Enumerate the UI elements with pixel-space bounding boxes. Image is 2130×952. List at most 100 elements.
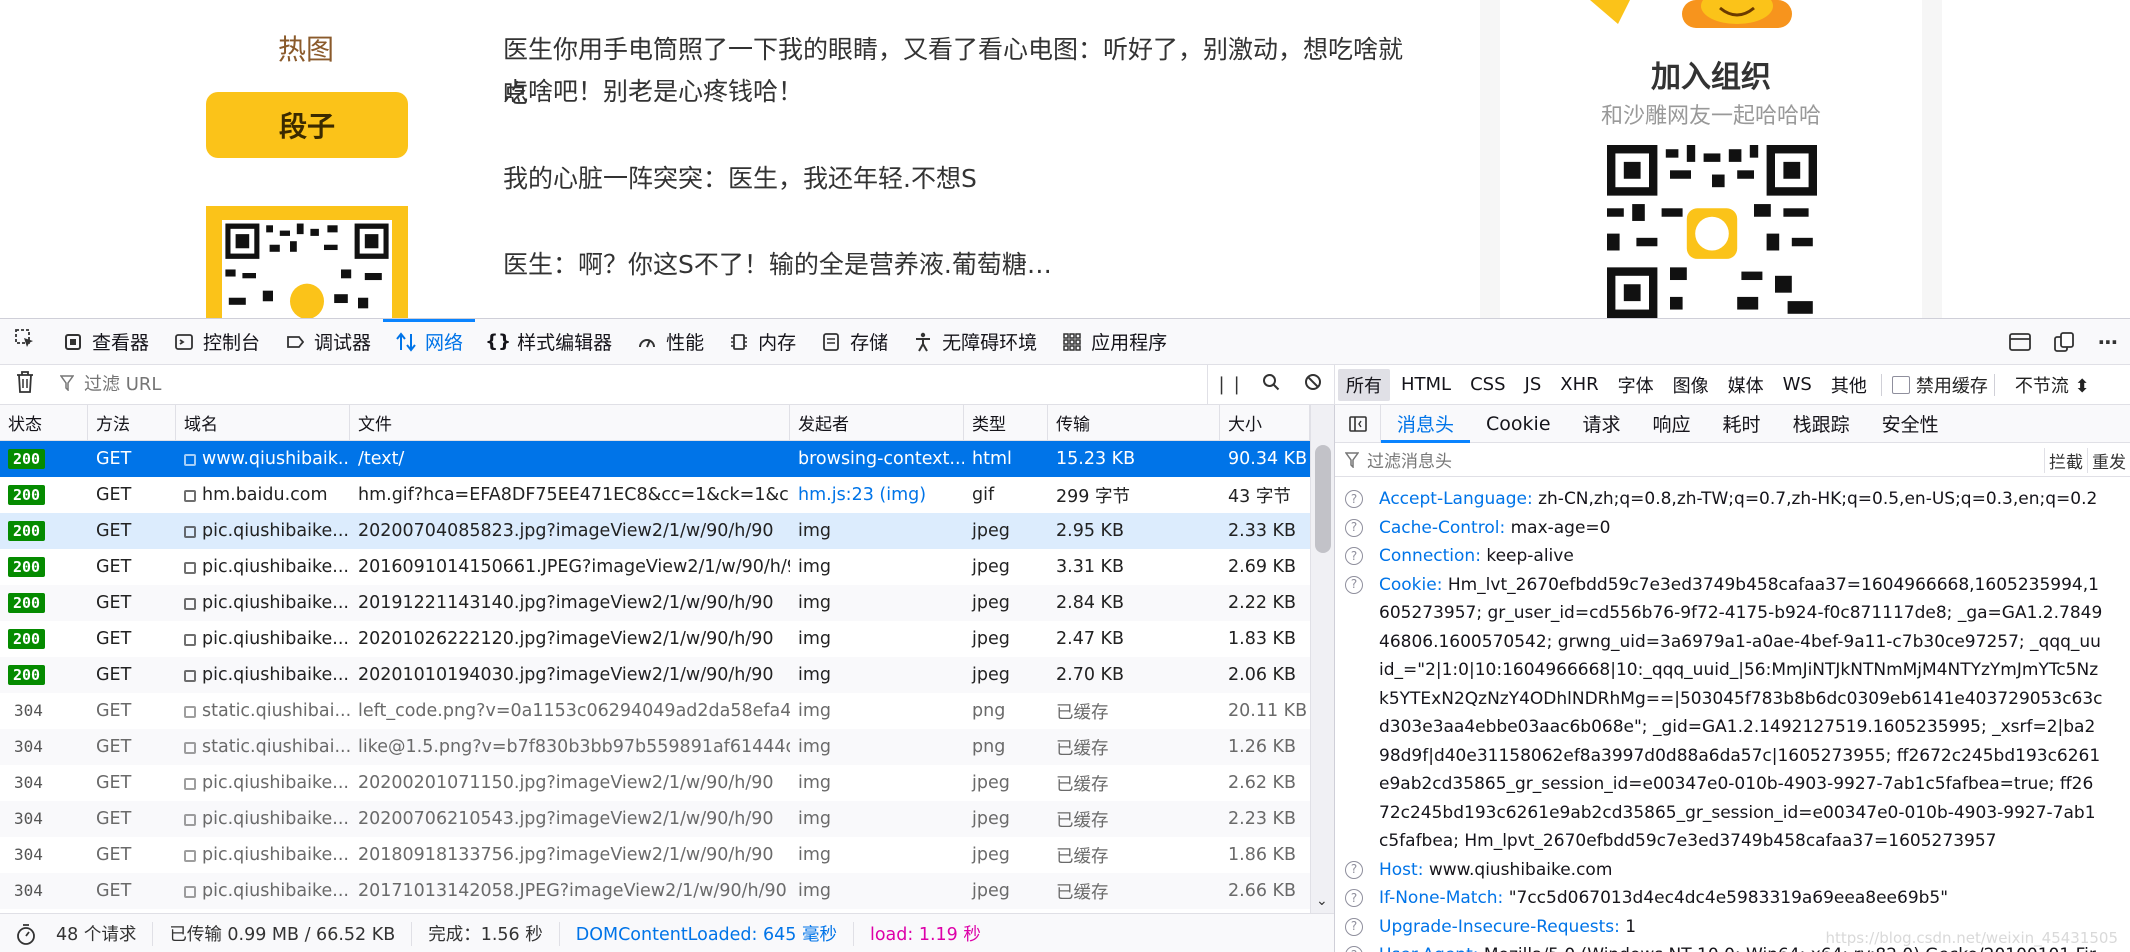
pause-recording-icon[interactable]: ❘❘ [1208,374,1250,395]
tab-timings[interactable]: 耗时 [1707,405,1777,443]
column-header-transferred[interactable]: 传输 [1048,405,1220,440]
tab-network[interactable]: 网络 [383,318,476,365]
column-header-method[interactable]: 方法 [88,405,176,440]
tab-performance[interactable]: 性能 [624,319,716,365]
table-row[interactable]: 304 GET pic.qiushibaike.... 20180918133756.… [0,837,1310,873]
column-header-initiator[interactable]: 发起者 [790,405,964,440]
filter-html-button[interactable]: HTML [1393,371,1459,398]
scrollbar-thumb[interactable] [1315,445,1331,553]
toggle-sidebar-icon[interactable] [1335,405,1381,443]
column-header-type[interactable]: 类型 [964,405,1048,440]
cell-initiator-text: img [798,629,832,649]
table-row[interactable]: 304 GET static.qiushibai... like@1.5.png?v=… [0,729,1310,765]
header-name[interactable]: Cache-Control: [1379,518,1505,538]
tab-debugger[interactable]: 调试器 [272,319,383,365]
chevron-down-icon[interactable]: ⌄ [1316,893,1328,909]
help-icon[interactable]: ? [1345,946,1363,952]
tab-console[interactable]: 控制台 [161,319,272,365]
header-name[interactable]: User-Agent: [1379,945,1478,952]
header-name[interactable]: Accept-Language: [1379,489,1533,509]
disable-cache-checkbox[interactable]: 禁用缓存 [1891,372,1988,398]
join-qr-code-image [1607,145,1817,318]
table-row[interactable]: 200 GET www.qiushibaik... /text/browsing-co… [0,441,1310,477]
jokes-button[interactable]: 段子 [206,92,408,158]
block-requests-icon[interactable] [1292,373,1334,396]
help-icon[interactable]: ? [1345,860,1363,879]
table-row[interactable]: 200 GET pic.qiushibaike.... 20201026222120.… [0,621,1310,657]
tab-response[interactable]: 响应 [1637,405,1707,443]
table-header: 状态 方法 域名 文件 发起者 类型 传输 大小 [0,405,1310,441]
help-icon[interactable]: ? [1345,547,1363,565]
filter-media-button[interactable]: 媒体 [1720,369,1772,401]
stopwatch-icon[interactable] [0,922,40,946]
filter-xhr-button[interactable]: XHR [1552,371,1606,398]
table-row[interactable]: 304 GET pic.qiushibaike.... 20200201071150.… [0,765,1310,801]
filter-fonts-button[interactable]: 字体 [1610,369,1662,401]
column-header-file[interactable]: 文件 [350,405,790,440]
tab-accessibility[interactable]: 无障碍环境 [900,319,1049,365]
table-row[interactable]: 304 GET pic.qiushibaike.... 20200706210543.… [0,801,1310,837]
cell-size-text: 2.33 KB [1228,521,1297,541]
table-scrollbar[interactable]: ⌄ [1310,405,1334,913]
cell-method: GET [88,521,176,541]
header-name[interactable]: If-None-Match: [1379,888,1503,908]
cell-method: GET [88,593,176,613]
column-header-domain[interactable]: 域名 [176,405,350,440]
cell-method: GET [88,845,176,865]
cell-file: 20171013142058.JPEG?imageView2/1/w/90/h/… [350,881,790,901]
help-icon[interactable]: ? [1345,889,1363,907]
table-row[interactable]: 200 GET pic.qiushibaike.... 201609101415066… [0,549,1310,585]
column-header-status[interactable]: 状态 [0,405,88,440]
url-filter-input[interactable] [50,364,1207,405]
header-name[interactable]: Host: [1379,860,1423,880]
more-options-icon[interactable]: ⋯ [2086,330,2130,354]
table-row[interactable]: 200 GET pic.qiushibaike.... 20191221143140.… [0,585,1310,621]
table-row[interactable]: 200 GET pic.qiushibaike.... 20200704085823.… [0,513,1310,549]
cell-method-text: GET [96,881,132,901]
tab-stack-trace[interactable]: 栈跟踪 [1777,405,1866,443]
filter-all-button[interactable]: 所有 [1338,368,1390,401]
help-icon[interactable]: ? [1345,917,1363,936]
tab-headers[interactable]: 消息头 [1381,405,1471,443]
cell-initiator: img [790,701,964,721]
column-header-size[interactable]: 大小 [1220,405,1310,440]
header-name[interactable]: Connection: [1379,546,1481,566]
filter-ws-button[interactable]: WS [1775,371,1820,398]
filter-js-button[interactable]: JS [1517,371,1550,398]
filter-other-button[interactable]: 其他 [1823,369,1875,401]
table-row[interactable]: 200 GET hm.baidu.com hm.gif?hca=EFA8DF75EE4… [0,477,1310,513]
dock-side-icon[interactable] [1998,333,2042,351]
tab-cookies[interactable]: Cookie [1470,405,1567,443]
element-picker-button[interactable] [0,319,50,365]
header-name[interactable]: Upgrade-Insecure-Requests: [1379,917,1620,937]
block-button[interactable]: 拦截 [2044,447,2087,473]
cell-transferred: 已缓存 [1048,807,1220,832]
tab-security[interactable]: 安全性 [1866,405,1955,443]
filter-images-button[interactable]: 图像 [1665,369,1717,401]
headers-filter-input[interactable]: 过滤消息头 [1367,447,1452,472]
table-row[interactable]: 304 GET static.qiushibai... left_code.png?v… [0,693,1310,729]
filter-css-button[interactable]: CSS [1462,371,1513,398]
tab-style-editor[interactable]: {} 样式编辑器 [475,319,624,365]
tab-application[interactable]: 应用程序 [1049,319,1179,365]
throttling-select[interactable]: 不节流 ⬍ [2015,372,2090,398]
tab-inspector[interactable]: 查看器 [50,319,161,365]
help-icon[interactable]: ? [1345,518,1363,537]
url-filter-bar: ❘❘ [0,364,1334,405]
separate-window-icon[interactable] [2042,332,2086,352]
tab-request[interactable]: 请求 [1567,405,1637,443]
tab-memory[interactable]: 内存 [716,319,808,365]
search-icon[interactable] [1250,373,1292,396]
header-name[interactable]: Cookie: [1379,575,1442,595]
help-icon[interactable]: ? [1345,575,1363,594]
cell-type-text: jpeg [972,773,1010,793]
clear-requests-button[interactable] [0,371,50,398]
tab-storage[interactable]: 存储 [808,319,900,365]
cell-type: png [964,737,1048,757]
hot-images-link[interactable]: 热图 [206,28,406,68]
cell-status: 304 [0,773,88,793]
resend-button[interactable]: 重发 [2087,447,2130,473]
table-row[interactable]: 304 GET pic.qiushibaike.... 20171013142058.… [0,873,1310,909]
help-icon[interactable]: ? [1345,490,1363,508]
table-row[interactable]: 200 GET pic.qiushibaike.... 20201010194030.… [0,657,1310,693]
